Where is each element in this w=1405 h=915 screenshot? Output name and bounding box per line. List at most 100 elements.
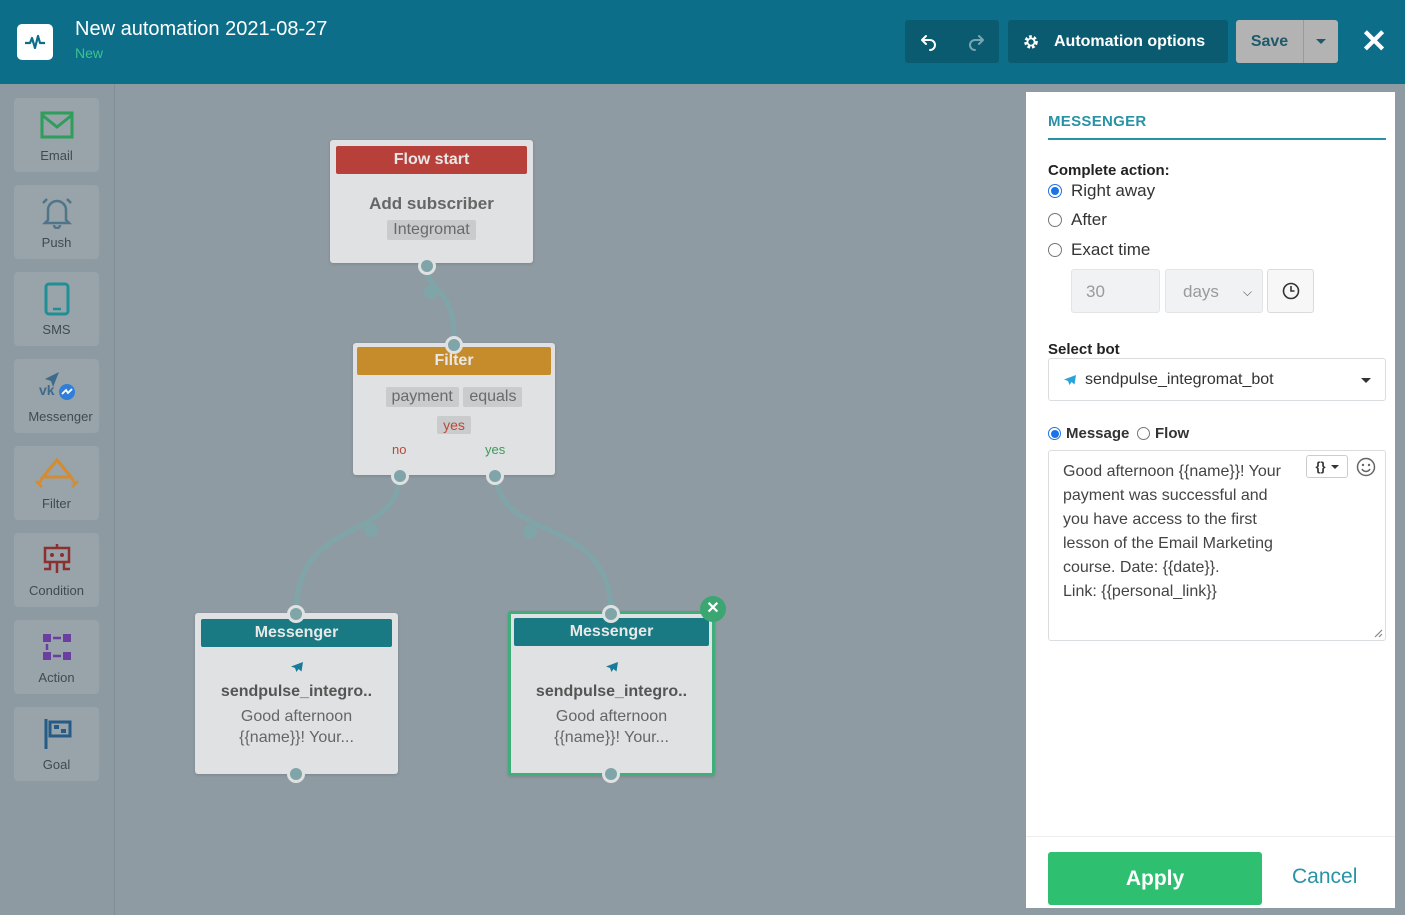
- node-bot-name: sendpulse_integro..: [535, 683, 688, 700]
- tab-flow[interactable]: Flow: [1137, 425, 1189, 442]
- tool-messenger[interactable]: vk Messenger: [14, 359, 99, 433]
- flow-canvas[interactable]: Flow start Add subscriber Integromat Fil…: [116, 84, 1014, 915]
- clock-icon: [1282, 282, 1299, 300]
- connector-joint: [364, 523, 378, 537]
- tool-goal[interactable]: Goal: [14, 707, 99, 781]
- redo-button[interactable]: [952, 20, 999, 63]
- connector-yes: [493, 475, 614, 615]
- tab-label: Message: [1066, 425, 1130, 442]
- option-exact-time[interactable]: Exact time: [1048, 240, 1150, 260]
- connector-joint: [523, 525, 537, 539]
- radio[interactable]: [1048, 243, 1062, 257]
- tool-label: Action: [38, 670, 75, 685]
- bot-select[interactable]: sendpulse_integromat_bot: [1048, 358, 1386, 401]
- chevron-down-icon: [1361, 378, 1371, 383]
- automation-status: New: [75, 45, 104, 61]
- telegram-icon: [1064, 374, 1076, 385]
- tool-email[interactable]: Email: [14, 98, 99, 172]
- automation-options-button[interactable]: Automation options: [1008, 20, 1228, 63]
- node-message-preview: {{name}}! Your...: [554, 729, 669, 746]
- panel-footer: Apply Cancel: [1026, 836, 1395, 908]
- flow-connectors: [293, 265, 614, 615]
- phone-icon: [44, 282, 69, 316]
- output-port[interactable]: [418, 257, 436, 275]
- flow-start-node[interactable]: Flow start Add subscriber Integromat: [330, 140, 533, 263]
- trigger-tag: Integromat: [387, 220, 476, 240]
- option-label: Exact time: [1071, 240, 1151, 259]
- element-toolbar: Email Push SMS vk Messenger Filter Condi…: [0, 84, 115, 915]
- tool-condition[interactable]: Condition: [14, 533, 99, 607]
- telegram-icon: [605, 662, 618, 672]
- messenger-node-selected[interactable]: Messenger sendpulse_integro.. Good after…: [508, 611, 715, 776]
- svg-text:vk: vk: [39, 382, 55, 398]
- radio-selected[interactable]: [1048, 427, 1061, 440]
- save-button[interactable]: Save: [1236, 20, 1303, 63]
- filter-field-tag: payment: [385, 387, 459, 407]
- apply-button[interactable]: Apply: [1048, 852, 1262, 905]
- panel-body: MESSENGER Complete action: Right away Af…: [1026, 92, 1395, 908]
- node-header: Flow start: [336, 146, 527, 174]
- tool-filter[interactable]: Filter: [14, 446, 99, 520]
- option-right-away[interactable]: Right away: [1048, 181, 1155, 201]
- delay-unit-select[interactable]: days ⌵: [1165, 269, 1263, 313]
- close-icon[interactable]: ✕: [1360, 24, 1388, 58]
- chevron-down-icon: ⌵: [1242, 285, 1252, 299]
- insert-variable-button[interactable]: {}: [1306, 455, 1348, 478]
- filter-value-tag: yes: [437, 416, 471, 434]
- tool-sms[interactable]: SMS: [14, 272, 99, 346]
- delay-value-input[interactable]: 30: [1071, 269, 1160, 313]
- tool-label: Email: [40, 148, 73, 163]
- delay-unit-value: days: [1183, 282, 1219, 301]
- tool-label: Goal: [42, 757, 71, 772]
- variable-icon: {}: [1315, 458, 1326, 474]
- radio-selected[interactable]: [1048, 184, 1062, 198]
- bell-icon: [41, 198, 72, 229]
- message-textarea[interactable]: Good afternoon {{name}}! Your payment wa…: [1048, 450, 1386, 641]
- redo-icon: [968, 34, 984, 51]
- telegram-icon: [290, 662, 303, 672]
- tool-action[interactable]: Action: [14, 620, 99, 694]
- option-after[interactable]: After: [1048, 210, 1107, 230]
- input-port[interactable]: [287, 605, 305, 623]
- element-settings-panel: MESSENGER Complete action: Right away Af…: [1014, 84, 1405, 915]
- output-port-no[interactable]: [391, 467, 409, 485]
- tool-label: Messenger: [28, 409, 93, 424]
- connector-joint: [424, 285, 438, 299]
- undo-button[interactable]: [905, 20, 952, 63]
- input-port[interactable]: [602, 605, 620, 623]
- tool-push[interactable]: Push: [14, 185, 99, 259]
- save-dropdown-button[interactable]: [1303, 20, 1338, 63]
- option-label: Right away: [1071, 181, 1156, 200]
- panel-title: MESSENGER: [1048, 113, 1147, 130]
- filter-icon: [34, 457, 79, 488]
- chevron-down-icon: [1330, 464, 1339, 469]
- node-message-preview: {{name}}! Your...: [239, 729, 354, 746]
- complete-action-label: Complete action:: [1048, 162, 1170, 179]
- messenger-node[interactable]: Messenger sendpulse_integro.. Good after…: [195, 613, 398, 774]
- output-port-yes[interactable]: [486, 467, 504, 485]
- select-bot-label: Select bot: [1048, 341, 1120, 358]
- tab-message[interactable]: Message: [1048, 425, 1129, 442]
- automation-options-label: Automation options: [1054, 32, 1206, 50]
- node-bot-name: sendpulse_integro..: [220, 683, 373, 700]
- node-header: Messenger: [201, 619, 392, 647]
- flag-icon: [44, 719, 71, 749]
- cancel-button[interactable]: Cancel: [1292, 865, 1357, 889]
- node-message-preview: Good afternoon: [240, 708, 353, 725]
- filter-operator-tag: equals: [463, 387, 523, 407]
- emoji-icon[interactable]: [1355, 456, 1377, 478]
- radio[interactable]: [1048, 213, 1062, 227]
- automation-title[interactable]: New automation 2021-08-27: [75, 18, 327, 41]
- option-label: After: [1071, 210, 1107, 229]
- output-port[interactable]: [287, 765, 305, 783]
- radio[interactable]: [1137, 427, 1150, 440]
- input-port[interactable]: [445, 336, 463, 354]
- resize-handle-icon[interactable]: [1373, 628, 1383, 638]
- clock-button[interactable]: [1267, 269, 1314, 313]
- app-logo[interactable]: [17, 24, 53, 60]
- gear-icon: [1024, 34, 1038, 49]
- output-port[interactable]: [602, 765, 620, 783]
- filter-node[interactable]: Filter payment equals yes no yes: [353, 343, 555, 475]
- delete-node-icon[interactable]: ✕: [700, 596, 726, 622]
- email-icon: [40, 111, 73, 139]
